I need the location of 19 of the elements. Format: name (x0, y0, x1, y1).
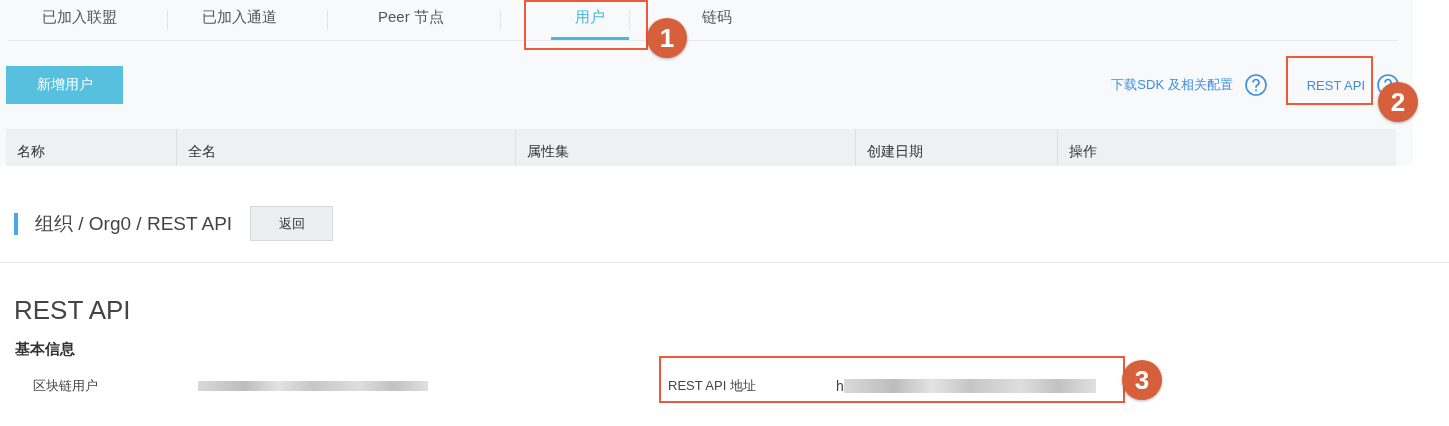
tab[interactable]: 链码 (701, 0, 732, 40)
column-header: 创建日期 (855, 129, 1057, 166)
column-header: 操作 (1057, 129, 1396, 166)
back-button[interactable]: 返回 (250, 206, 334, 241)
tab[interactable]: Peer 节点 (328, 0, 500, 40)
section-title: REST API (14, 295, 132, 326)
field-label: REST API 地址 (668, 377, 757, 395)
tab[interactable]: 已加入联盟 (8, 0, 167, 40)
step-badge: 3 (1122, 360, 1162, 400)
column-header: 名称 (16, 142, 46, 161)
column-header: 属性集 (515, 129, 855, 166)
accent-bar (14, 212, 18, 235)
breadcrumb: 组织 / Org0 / REST API (35, 211, 233, 236)
subsection-title: 基本信息 (15, 340, 76, 359)
help-icon[interactable] (1244, 74, 1267, 96)
field-value: h (836, 378, 844, 394)
tab[interactable]: 已加入通道 (168, 0, 327, 40)
column-header: 全名 (176, 129, 515, 166)
field-label: 区块链用户 (33, 377, 99, 395)
